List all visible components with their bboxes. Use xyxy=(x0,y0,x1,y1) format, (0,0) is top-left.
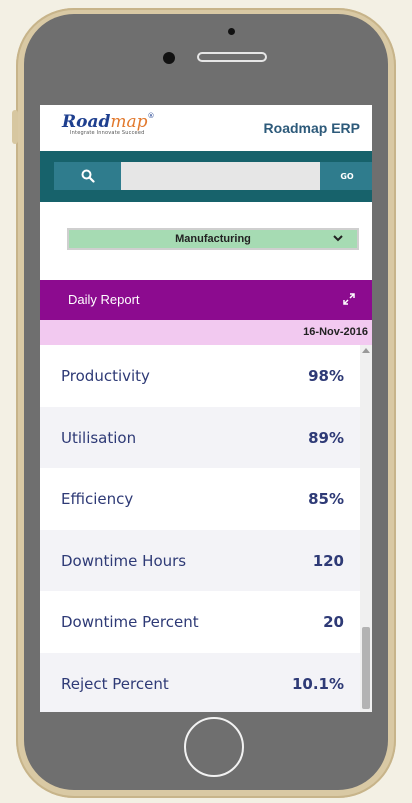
logo-tagline: Integrate Innovate Succeed xyxy=(70,130,145,136)
report-title: Daily Report xyxy=(68,292,140,307)
expand-icon[interactable] xyxy=(342,292,356,306)
search-bar: GO xyxy=(40,151,372,202)
scroll-up-arrow-icon[interactable] xyxy=(362,348,370,353)
app-header: Roadmap® Integrate Innovate Succeed Road… xyxy=(40,105,372,151)
roadmap-logo[interactable]: Roadmap® Integrate Innovate Succeed xyxy=(62,112,155,136)
metric-value: 89% xyxy=(308,428,344,447)
metric-value: 85% xyxy=(308,490,344,508)
home-button[interactable] xyxy=(184,717,244,777)
go-button[interactable]: GO xyxy=(320,162,372,190)
metric-value: 10.1% xyxy=(291,674,344,693)
report-date-bar: 16-Nov-2016 xyxy=(40,320,372,345)
metric-row-productivity[interactable]: Productivity 98% xyxy=(40,345,372,407)
proximity-sensor xyxy=(228,28,235,35)
metrics-list: Productivity 98% Utilisation 89% Efficie… xyxy=(40,345,372,712)
earpiece-speaker xyxy=(197,52,267,62)
metric-label: Utilisation xyxy=(61,428,137,447)
metric-label: Efficiency xyxy=(61,490,134,508)
logo-registered-mark: ® xyxy=(147,112,155,120)
department-select-area: Manufacturing xyxy=(40,202,372,280)
front-camera xyxy=(163,52,175,64)
metric-label: Productivity xyxy=(61,367,150,385)
metric-value: 120 xyxy=(312,551,344,570)
chevron-down-icon xyxy=(333,235,343,242)
app-title: Roadmap ERP xyxy=(263,120,360,136)
department-dropdown[interactable]: Manufacturing xyxy=(67,228,359,250)
report-header: Daily Report xyxy=(40,280,372,320)
metric-label: Downtime Hours xyxy=(61,551,187,570)
report-date: 16-Nov-2016 xyxy=(303,326,368,338)
side-button xyxy=(12,110,18,144)
search-button[interactable] xyxy=(54,162,121,190)
scrollbar-thumb[interactable] xyxy=(362,627,370,709)
department-selected-value: Manufacturing xyxy=(175,233,251,245)
metric-label: Downtime Percent xyxy=(61,613,199,631)
metric-row-efficiency[interactable]: Efficiency 85% xyxy=(40,468,372,530)
search-icon xyxy=(81,169,95,183)
metric-row-reject-percent[interactable]: Reject Percent 10.1% xyxy=(40,652,372,712)
metric-label: Reject Percent xyxy=(61,674,169,693)
app-screen: Roadmap® Integrate Innovate Succeed Road… xyxy=(40,105,372,712)
search-input[interactable] xyxy=(121,162,320,190)
metric-value: 20 xyxy=(323,613,344,631)
vertical-scrollbar[interactable] xyxy=(360,345,372,712)
metric-row-downtime-percent[interactable]: Downtime Percent 20 xyxy=(40,591,372,653)
logo-wordmark: Roadmap xyxy=(62,112,148,132)
metric-row-downtime-hours[interactable]: Downtime Hours 120 xyxy=(40,529,372,591)
metric-row-utilisation[interactable]: Utilisation 89% xyxy=(40,406,372,468)
metric-value: 98% xyxy=(308,367,344,385)
